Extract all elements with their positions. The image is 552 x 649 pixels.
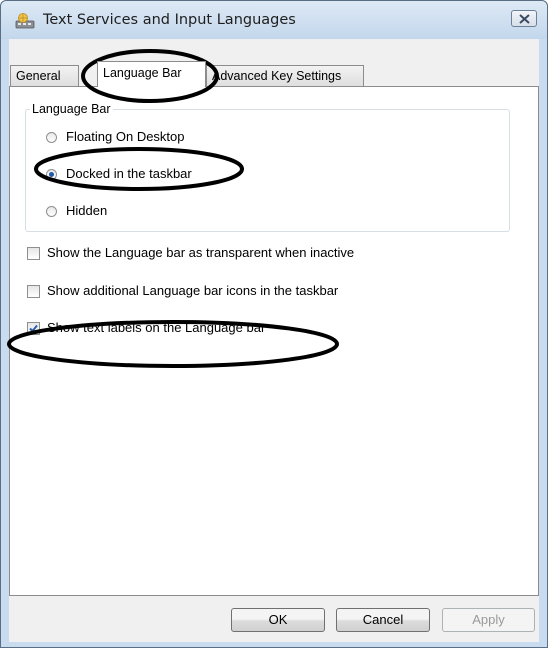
title-bar[interactable]: Text Services and Input Languages	[1, 1, 547, 39]
tab-advanced-key-settings[interactable]: Advanced Key Settings	[206, 65, 364, 86]
tab-panel-language-bar: Language Bar Floating On Desktop Docked …	[9, 86, 539, 596]
radio-label: Floating On Desktop	[66, 129, 185, 144]
ok-button[interactable]: OK	[231, 608, 325, 632]
checkbox[interactable]	[27, 285, 40, 298]
radio-button[interactable]	[46, 206, 57, 217]
radio-button[interactable]	[46, 132, 57, 143]
radio-label: Docked in the taskbar	[66, 166, 192, 181]
dialog-client-area: General Language Bar Advanced Key Settin…	[9, 39, 539, 642]
tab-strip: General Language Bar Advanced Key Settin…	[9, 39, 539, 87]
checkbox[interactable]	[27, 247, 40, 260]
close-button[interactable]	[511, 10, 537, 27]
dialog-window: Text Services and Input Languages Genera…	[0, 0, 548, 648]
tab-language-bar-label: Language Bar	[103, 66, 182, 80]
close-icon	[519, 14, 530, 24]
checkmark-icon	[29, 324, 38, 333]
groupbox-title: Language Bar	[30, 102, 113, 116]
radio-button-selected[interactable]	[46, 169, 57, 180]
keyboard-globe-icon	[15, 13, 35, 29]
tab-language-bar[interactable]: Language Bar	[97, 61, 206, 87]
window-title: Text Services and Input Languages	[43, 12, 296, 28]
tab-general[interactable]: General	[10, 65, 79, 86]
checkbox-label: Show the Language bar as transparent whe…	[47, 245, 355, 260]
checkbox-label: Show text labels on the Language bar	[47, 320, 266, 335]
checkbox-checked[interactable]	[27, 322, 40, 335]
tab-general-label: General	[16, 69, 61, 83]
radio-label: Hidden	[66, 203, 108, 218]
checkbox-label: Show additional Language bar icons in th…	[47, 283, 339, 298]
cancel-button[interactable]: Cancel	[336, 608, 430, 632]
tab-advanced-key-settings-label: Advanced Key Settings	[212, 69, 342, 83]
apply-button[interactable]: Apply	[442, 608, 535, 632]
